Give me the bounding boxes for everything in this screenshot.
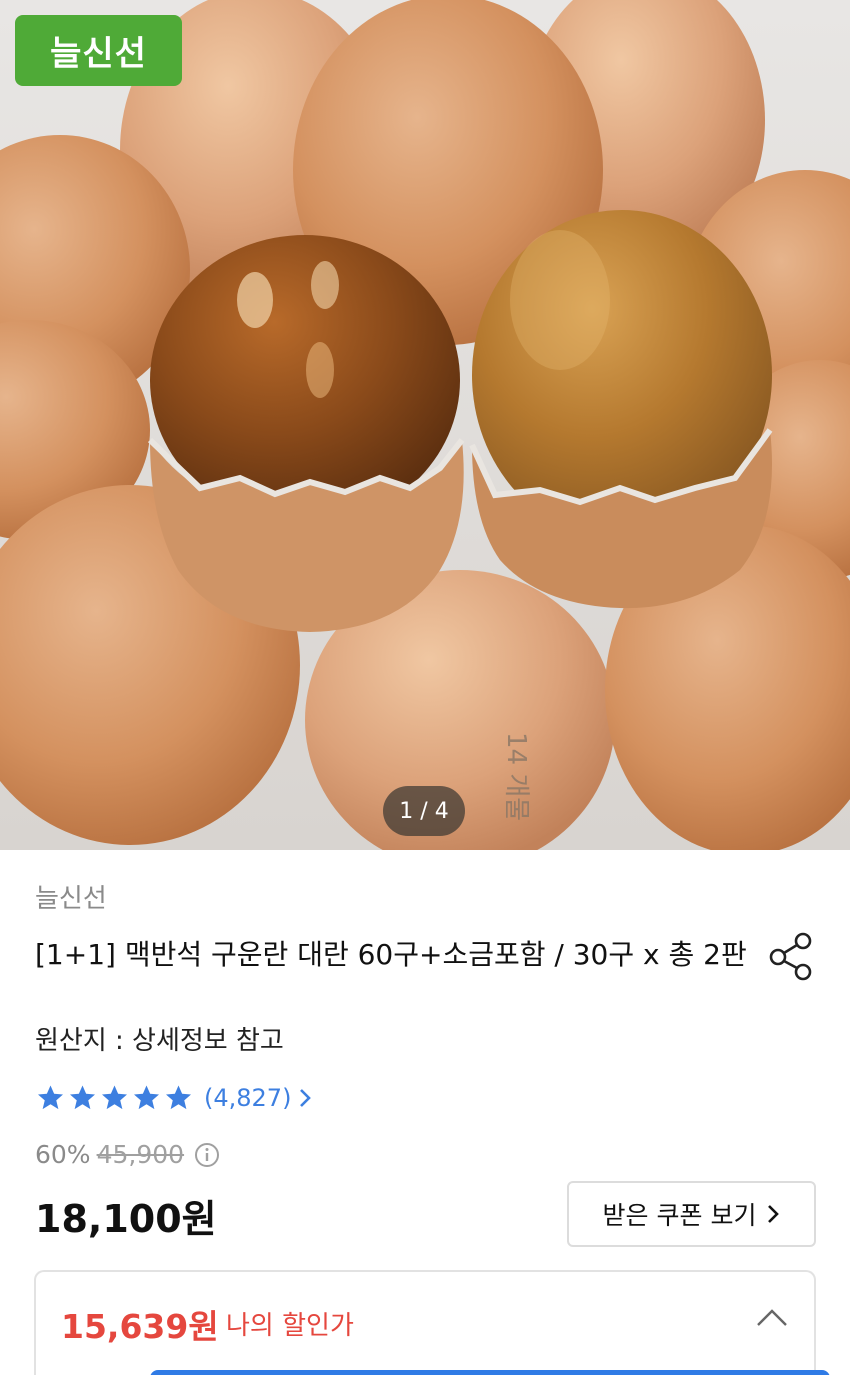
star-icon <box>70 1085 95 1110</box>
eggs-photo: 14 개물 <box>0 0 850 850</box>
product-title: [1+1] 맥반석 구운란 대란 60구+소금포함 / 30구 x 총 2판 <box>35 938 747 971</box>
original-price: 45,900 <box>96 1140 185 1169</box>
my-discount-label: 나의 할인가 <box>226 1311 354 1341</box>
info-icon[interactable] <box>194 1142 220 1168</box>
discount-rate: 60% <box>35 1140 91 1169</box>
review-count: (4,827) <box>204 1084 292 1112</box>
svg-text:14 개물: 14 개물 <box>501 732 531 821</box>
star-rating <box>35 1083 194 1113</box>
sale-price: 18,100원 <box>35 1197 217 1241</box>
my-price-panel[interactable]: 15,639원 나의 할인가 <box>34 1270 816 1375</box>
chevron-right-icon <box>300 1089 312 1107</box>
origin-info: 원산지 : 상세정보 참고 <box>35 1026 284 1056</box>
star-icon <box>134 1085 159 1110</box>
star-icon <box>38 1085 63 1110</box>
star-icon <box>102 1085 127 1110</box>
coupon-button-label: 받은 쿠폰 보기 <box>602 1201 757 1230</box>
rating-link[interactable]: (4,827) <box>35 1080 313 1116</box>
discount-row: 60% 45,900 <box>35 1140 220 1169</box>
share-button[interactable] <box>765 930 817 982</box>
image-pager: 1 / 4 <box>383 786 465 836</box>
chevron-up-icon[interactable] <box>754 1307 790 1329</box>
product-image[interactable]: 14 개물 늘신선 1 / 4 <box>0 0 850 850</box>
seller-name[interactable]: 늘신선 <box>35 878 107 915</box>
star-icon <box>166 1085 191 1110</box>
bottom-action-bar[interactable] <box>150 1370 830 1375</box>
share-icon <box>769 932 812 981</box>
chevron-right-icon <box>768 1205 780 1223</box>
brand-badge: 늘신선 <box>15 15 182 86</box>
view-coupons-button[interactable]: 받은 쿠폰 보기 <box>567 1181 816 1247</box>
my-discount-price: 15,639원 <box>61 1307 219 1346</box>
